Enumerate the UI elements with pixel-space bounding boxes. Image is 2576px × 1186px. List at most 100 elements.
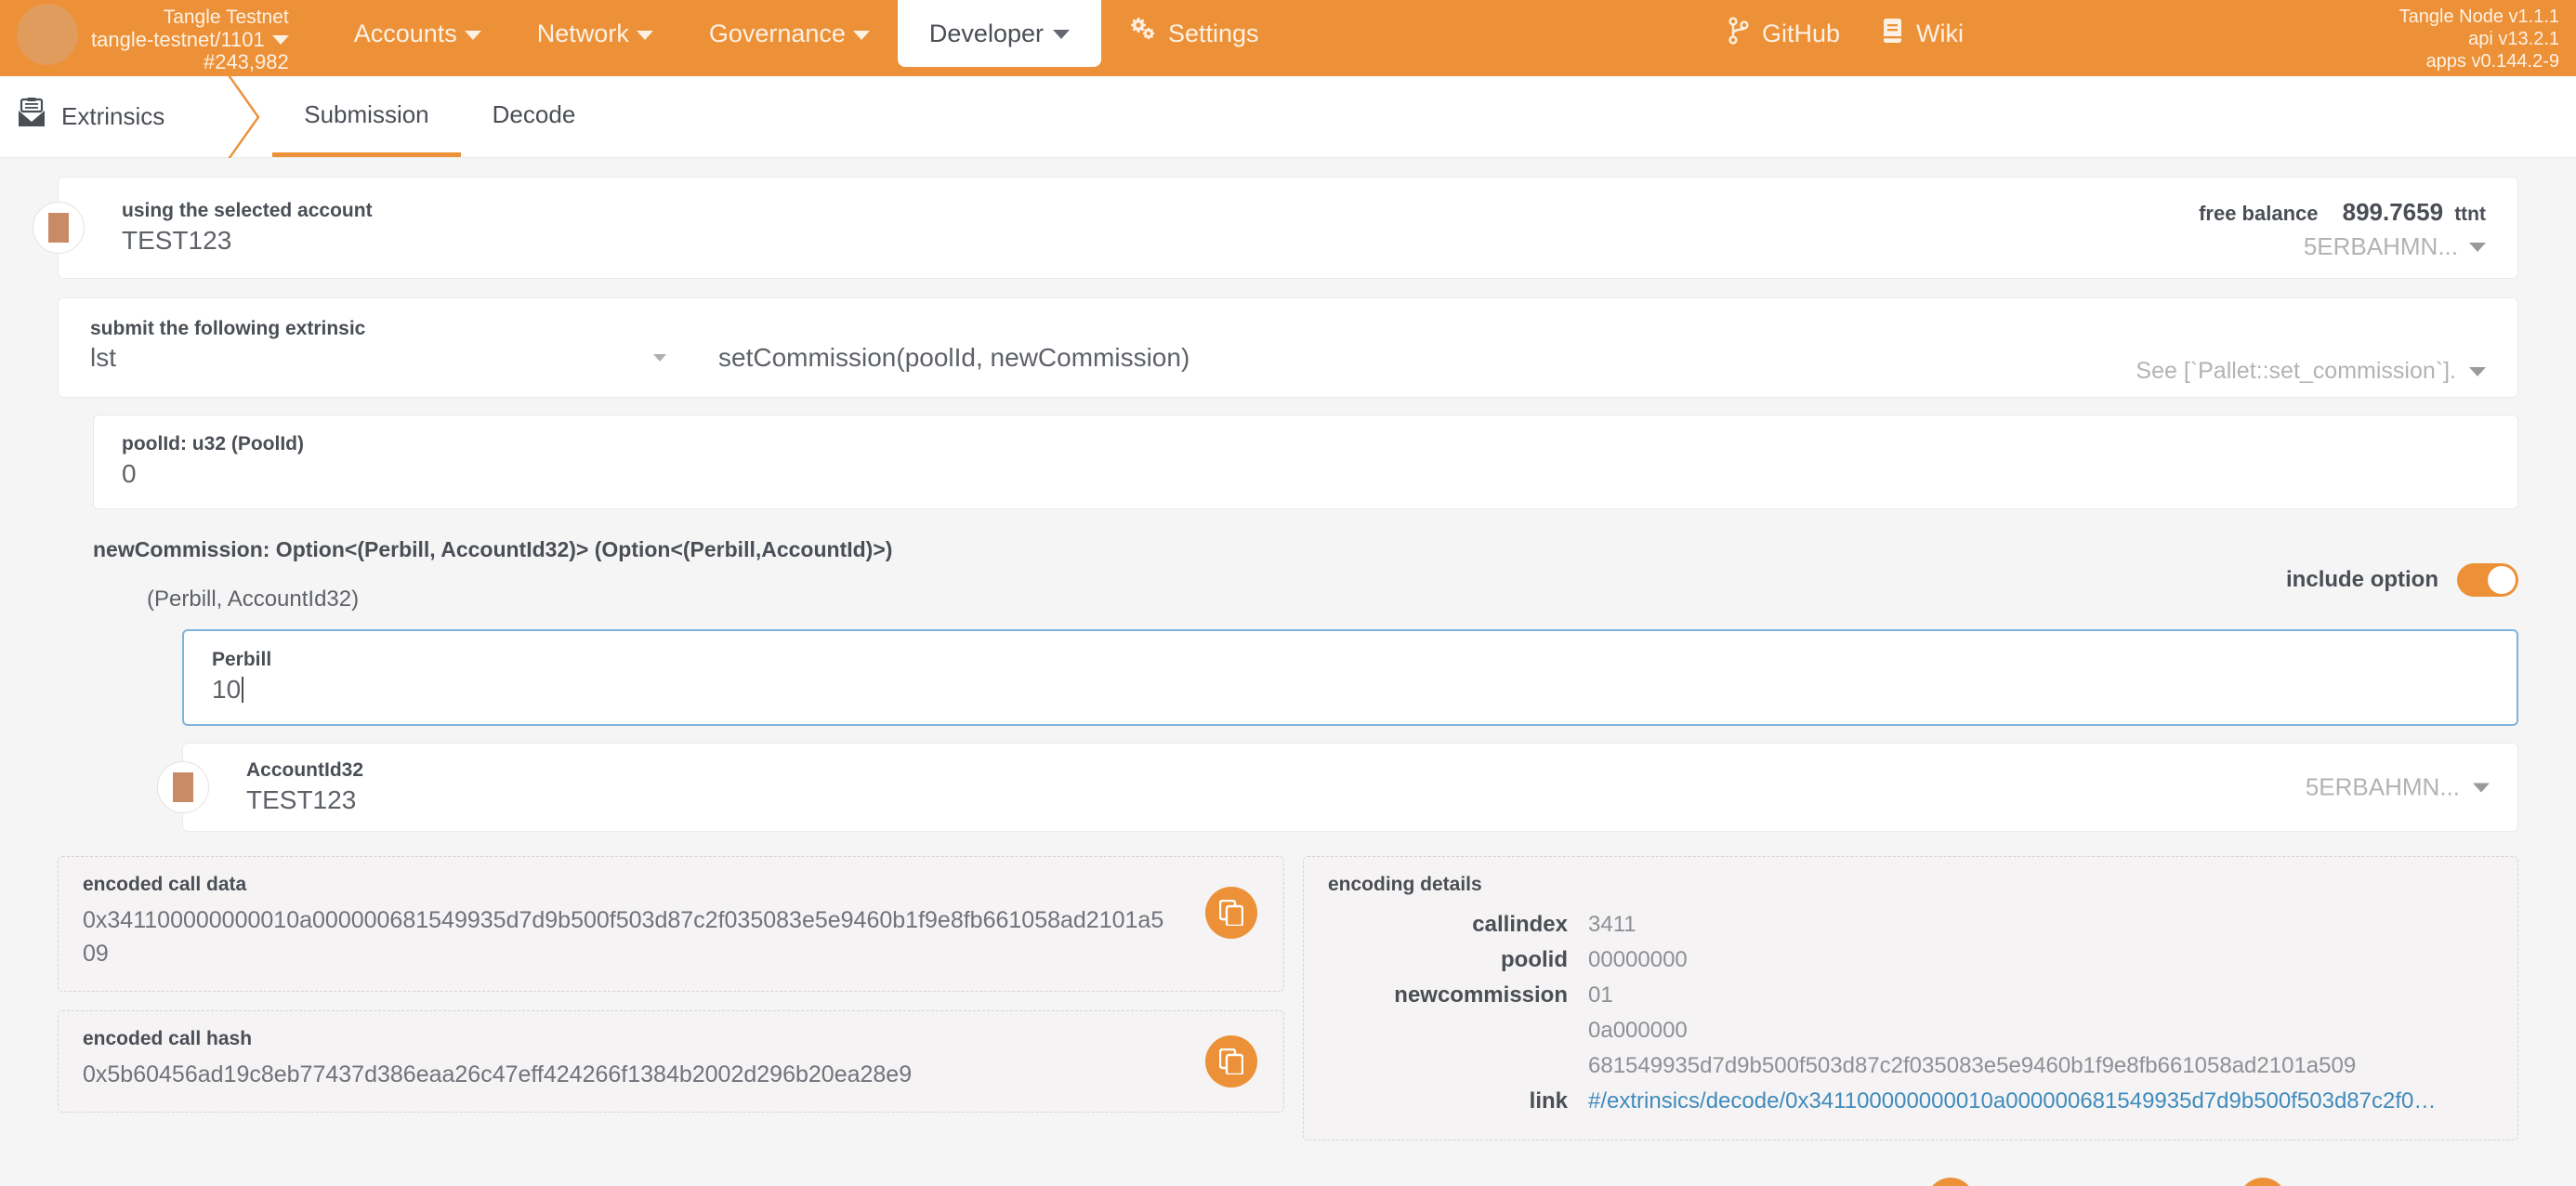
param-poolid-input[interactable]: 0	[122, 458, 2490, 490]
encoded-call-data-value: 0x341100000000010a000000681549935d7d9b50…	[83, 907, 1164, 967]
param-poolid-label: poolId: u32 (PoolId)	[122, 433, 304, 455]
account-address-short: 5ERBAHMN...	[2303, 232, 2458, 260]
chain-spec: tangle-testnet/1101	[91, 29, 289, 51]
nav-item-developer[interactable]: Developer	[897, 0, 1101, 67]
param-accountid32-value[interactable]: TEST123	[246, 784, 363, 816]
param-tuple-label: (Perbill, AccountId32)	[147, 586, 360, 612]
nav-item-accounts[interactable]: Accounts	[326, 0, 509, 67]
git-branch-icon	[1728, 16, 1749, 51]
submit-transaction-button[interactable]: Submit Transaction	[2238, 1178, 2518, 1186]
table-row: 681549935d7d9b500f503d87c2f035083e5e9460…	[1328, 1048, 2493, 1084]
pallet-select-value: lst	[90, 343, 116, 372]
table-row: newcommission 01	[1328, 978, 2493, 1013]
tab-submission[interactable]: Submission	[272, 76, 461, 157]
param-accountid32-dropdown[interactable]: 5ERBAHMN...	[2306, 773, 2490, 802]
encoded-call-data-panel: encoded call data 0x341100000000010a0000…	[58, 856, 1284, 992]
wiki-link-label: Wiki	[1916, 19, 1965, 47]
copy-call-hash-button[interactable]	[1205, 1035, 1257, 1087]
param-perbill-input[interactable]: 10	[212, 674, 2489, 705]
encoded-column: encoded call data 0x341100000000010a0000…	[58, 856, 1284, 1140]
page-title: Extrinsics	[61, 102, 165, 130]
main-content: using the selected account TEST123 free …	[0, 177, 2576, 1140]
table-row: callindex 3411	[1328, 907, 2493, 942]
encoding-details-table: callindex 3411 poolid 00000000 newcommis…	[1328, 907, 2493, 1119]
encoding-details-title: encoding details	[1328, 874, 1482, 895]
api-version: api v13.2.1	[2468, 29, 2559, 49]
param-accountid32[interactable]: AccountId32 TEST123 5ERBAHMN...	[157, 743, 2518, 832]
wiki-link[interactable]: Wiki	[1883, 18, 1964, 50]
copy-icon	[1219, 900, 1243, 926]
nav-item-governance[interactable]: Governance	[681, 0, 898, 67]
tuple-fields: Perbill 10 AccountId32 TEST123 5ERBAHMN.…	[93, 629, 2518, 832]
param-accountid32-address-short: 5ERBAHMN...	[2305, 772, 2460, 801]
extrinsic-doc-text: See [`Pallet::set_commission`].	[2136, 358, 2456, 384]
method-select[interactable]: setCommission(poolId, newCommission)	[718, 343, 1189, 373]
chevron-down-icon	[852, 31, 870, 40]
table-row: link #/extrinsics/decode/0x3411000000000…	[1328, 1084, 2493, 1119]
encoding-region: encoded call data 0x341100000000010a0000…	[58, 856, 2518, 1140]
detail-value: 00000000	[1588, 947, 1688, 972]
gears-icon	[1129, 0, 1157, 67]
detail-key: poolid	[1501, 947, 1568, 972]
chevron-down-icon	[653, 354, 666, 362]
chevron-down-icon	[2473, 783, 2490, 792]
detail-link[interactable]: #/extrinsics/decode/0x341100000000010a00…	[1588, 1084, 2436, 1119]
encoding-details-panel: encoding details callindex 3411 poolid 0…	[1303, 856, 2518, 1140]
include-option-toggle-wrap: include option	[2286, 563, 2518, 597]
account-field: using the selected account TEST123	[122, 199, 373, 257]
pallet-select[interactable]: lst	[90, 343, 694, 373]
detail-key	[1328, 1048, 1588, 1084]
breadcrumb-chevron-icon	[228, 76, 260, 158]
copy-icon	[1219, 1048, 1243, 1074]
param-newcommission-label: newCommission: Option<(Perbill, AccountI…	[93, 537, 893, 561]
node-version: Tangle Node v1.1.1	[2399, 7, 2559, 27]
tab-decode[interactable]: Decode	[461, 76, 608, 157]
extrinsic-label: submit the following extrinsic	[90, 318, 366, 339]
breadcrumb: Extrinsics	[0, 76, 260, 158]
chain-selector[interactable]: Tangle Testnet tangle-testnet/1101 #243,…	[0, 0, 289, 73]
param-perbill[interactable]: Perbill 10	[182, 629, 2518, 726]
chevron-down-icon	[2469, 242, 2486, 252]
detail-key	[1328, 1013, 1588, 1048]
detail-value: 3411	[1588, 912, 1636, 937]
chain-avatar	[17, 4, 78, 65]
extrinsics-icon	[17, 98, 46, 136]
sign-in-icon	[2238, 1178, 2287, 1186]
github-link[interactable]: GitHub	[1728, 16, 1840, 51]
account-value[interactable]: TEST123	[122, 225, 373, 257]
extrinsic-doc-dropdown[interactable]: See [`Pallet::set_commission`].	[2136, 358, 2486, 385]
chevron-down-icon	[2469, 366, 2486, 376]
balance-label: free balance	[2199, 202, 2319, 225]
table-row: poolid 00000000	[1328, 942, 2493, 978]
nav-item-settings[interactable]: Settings	[1101, 0, 1287, 67]
detail-value: 01	[1588, 982, 1613, 1008]
nav-item-network[interactable]: Network	[509, 0, 681, 67]
avatar[interactable]	[33, 202, 85, 254]
account-address-dropdown[interactable]: 5ERBAHMN...	[2199, 232, 2486, 261]
detail-value: 0a000000	[1588, 1018, 1688, 1043]
include-option-toggle[interactable]	[2457, 563, 2518, 597]
encoded-call-hash-panel: encoded call hash 0x5b60456ad19c8eb77437…	[58, 1010, 1284, 1113]
footer-actions: Submit Unsigned Submit Transaction	[0, 1178, 2576, 1186]
text-cursor	[242, 677, 244, 703]
copy-call-data-button[interactable]	[1205, 887, 1257, 939]
submit-unsigned-button[interactable]: Submit Unsigned	[1926, 1178, 2183, 1186]
detail-value: 681549935d7d9b500f503d87c2f035083e5e9460…	[1588, 1053, 2357, 1078]
chevron-down-icon	[1053, 30, 1070, 39]
top-bar-links: GitHub Wiki	[1728, 0, 1964, 67]
account-card: using the selected account TEST123 free …	[33, 177, 2518, 279]
chain-info: Tangle Testnet tangle-testnet/1101 #243,…	[91, 4, 289, 73]
tab-list: Submission Decode	[272, 76, 607, 157]
version-info: Tangle Node v1.1.1 api v13.2.1 apps v0.1…	[2399, 6, 2559, 72]
book-icon	[1883, 18, 1903, 50]
top-bar: Tangle Testnet tangle-testnet/1101 #243,…	[0, 0, 2576, 76]
extrinsic-card: submit the following extrinsic lst setCo…	[58, 297, 2518, 398]
apps-version: apps v0.144.2-9	[2425, 51, 2559, 72]
param-poolid[interactable]: poolId: u32 (PoolId) 0	[93, 415, 2518, 509]
detail-key: newcommission	[1394, 982, 1568, 1008]
param-newcommission: newCommission: Option<(Perbill, AccountI…	[93, 537, 2518, 832]
chevron-down-icon[interactable]	[271, 35, 289, 45]
avatar[interactable]	[157, 761, 209, 813]
param-accountid32-field: AccountId32 TEST123	[246, 758, 363, 816]
detail-key: callindex	[1472, 912, 1568, 937]
